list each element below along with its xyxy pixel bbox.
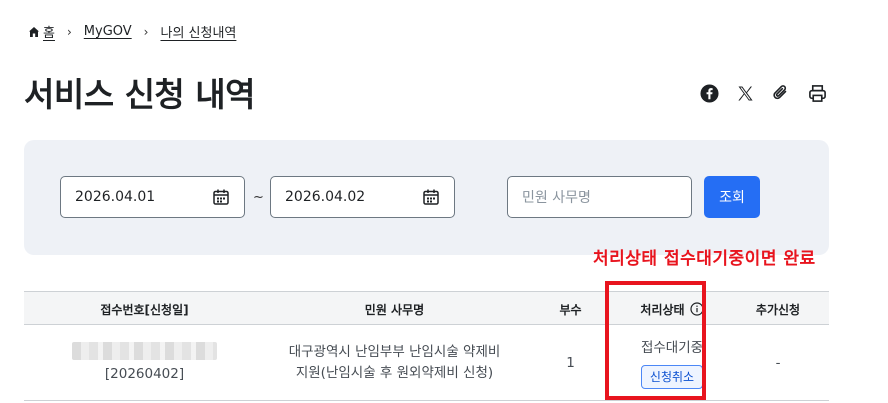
- page-title: 서비스 신청 내역: [24, 75, 256, 114]
- facebook-icon[interactable]: [698, 82, 720, 104]
- start-date-value: 2026.04.01: [75, 189, 156, 205]
- search-button[interactable]: 조회: [704, 176, 760, 218]
- end-date-value: 2026.04.02: [285, 189, 366, 205]
- col-status: 처리상태: [617, 292, 727, 326]
- breadcrumb: 홈 › MyGOV › 나의 신청내역: [28, 22, 236, 41]
- col-receipt-number: 접수번호[신청일]: [100, 302, 189, 317]
- copies-cell: 1: [566, 354, 575, 371]
- cancel-application-button[interactable]: 신청취소: [640, 364, 704, 389]
- receipt-date: [20260402]: [104, 365, 185, 382]
- receipt-cell: [20260402]: [24, 325, 265, 401]
- start-date-field[interactable]: 2026.04.01: [60, 176, 245, 218]
- table-header: 접수번호[신청일] 민원 사무명 부수 처리상태 추가신청: [24, 291, 829, 325]
- service-name-search-input[interactable]: 민원 사무명: [507, 176, 692, 218]
- calendar-icon[interactable]: [422, 188, 440, 206]
- chevron-right-icon: ›: [143, 24, 149, 39]
- info-icon[interactable]: [689, 302, 704, 316]
- home-icon[interactable]: [28, 26, 40, 38]
- calendar-icon[interactable]: [212, 188, 230, 206]
- chevron-right-icon: ›: [66, 24, 72, 39]
- breadcrumb-my-applications[interactable]: 나의 신청내역: [160, 22, 236, 41]
- search-panel: 2026.04.01 ~ 2026.04.02 민원 사무명 조회: [24, 140, 829, 255]
- date-range-separator: ~: [253, 190, 264, 205]
- service-name-cell: 대구광역시 난임부부 난임시술 약제비 지원(난임시술 후 원외약제비 신청): [265, 325, 524, 401]
- redacted-receipt-number: [72, 341, 217, 360]
- end-date-field[interactable]: 2026.04.02: [270, 176, 455, 218]
- service-name-line1: 대구광역시 난임부부 난임시술 약제비: [288, 344, 501, 360]
- share-toolbar: [698, 82, 828, 104]
- additional-cell: -: [775, 354, 781, 371]
- breadcrumb-home[interactable]: 홈: [43, 22, 55, 41]
- annotation-note: 처리상태 접수대기중이면 완료: [593, 249, 816, 269]
- applications-table: 접수번호[신청일] 민원 사무명 부수 처리상태 추가신청 [20260402]…: [24, 291, 829, 401]
- status-text: 접수대기중: [640, 339, 704, 356]
- col-status-label: 처리상태: [640, 302, 685, 317]
- col-service-name: 민원 사무명: [364, 302, 425, 317]
- search-placeholder: 민원 사무명: [522, 190, 591, 206]
- link-clip-icon[interactable]: [770, 82, 792, 104]
- table-row: [20260402] 대구광역시 난임부부 난임시술 약제비 지원(난임시술 후…: [24, 325, 829, 401]
- service-name-line2: 지원(난임시술 후 원외약제비 신청): [295, 365, 494, 381]
- status-cell: 접수대기중 신청취소: [617, 325, 727, 401]
- col-copies: 부수: [559, 302, 582, 317]
- col-additional: 추가신청: [755, 302, 801, 317]
- breadcrumb-mygov[interactable]: MyGOV: [84, 24, 132, 39]
- x-icon[interactable]: [734, 82, 756, 104]
- print-icon[interactable]: [806, 82, 828, 104]
